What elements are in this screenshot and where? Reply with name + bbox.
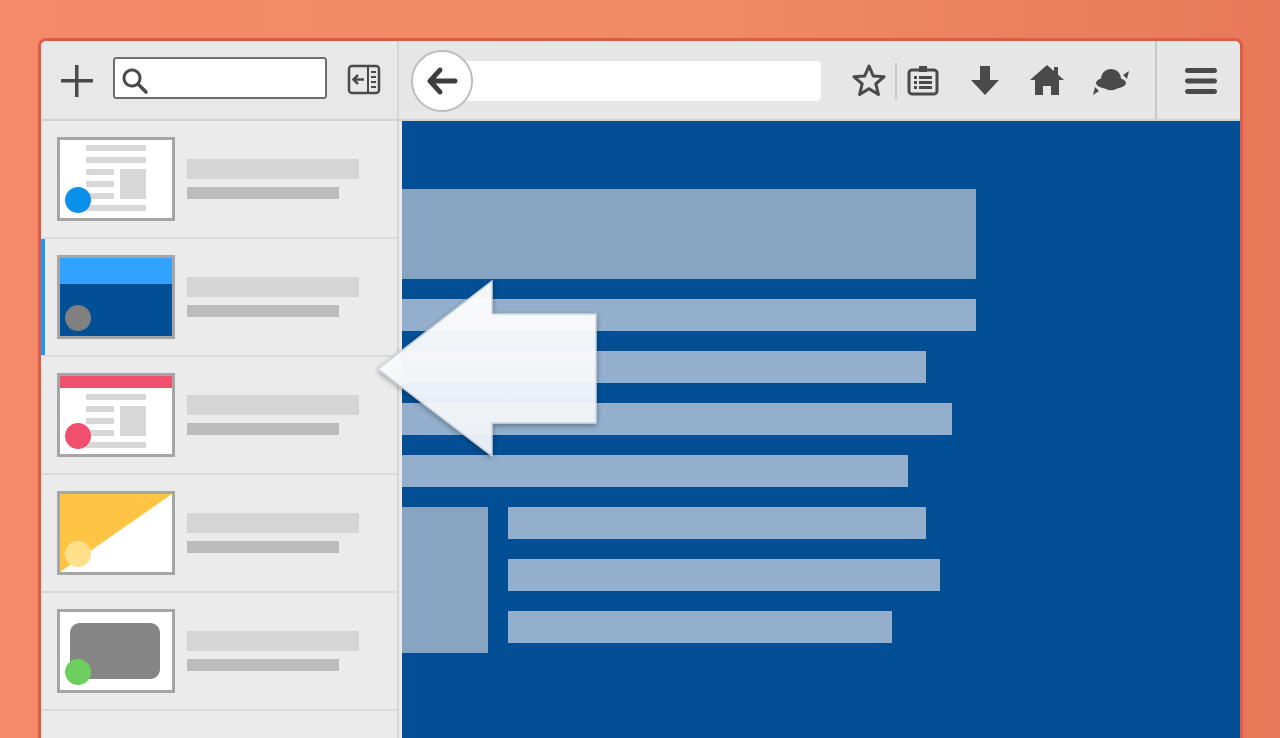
tab-item[interactable]	[41, 593, 397, 711]
sidebar-toolbar	[41, 41, 397, 121]
tab-title-placeholder	[187, 631, 359, 651]
back-button[interactable]	[411, 50, 473, 112]
browser-window	[38, 38, 1243, 738]
search-input[interactable]	[153, 63, 321, 93]
hamburger-menu-icon[interactable]	[1181, 61, 1221, 101]
tab-url-placeholder	[187, 541, 339, 553]
tab-title-placeholder	[187, 277, 359, 297]
navigation-toolbar	[399, 41, 1240, 121]
content-text-line	[402, 351, 926, 383]
content-text-line	[508, 507, 926, 539]
reading-list-icon[interactable]	[903, 61, 943, 101]
tab-item-selected[interactable]	[41, 239, 397, 357]
collapse-sidebar-icon[interactable]	[347, 63, 381, 97]
star-icon[interactable]	[849, 61, 889, 101]
content-text-line	[402, 403, 952, 435]
url-input[interactable]	[459, 61, 821, 101]
tab-title-placeholder	[187, 159, 359, 179]
tab-thumbnail	[57, 137, 175, 221]
tab-list	[41, 121, 397, 711]
tab-title-placeholder	[187, 513, 359, 533]
back-arrow-icon	[427, 67, 458, 95]
tab-item[interactable]	[41, 121, 397, 239]
home-icon[interactable]	[1027, 61, 1067, 101]
content-text-line	[402, 455, 908, 487]
content-text-line	[508, 611, 892, 643]
page-content	[402, 121, 1240, 738]
favicon	[65, 541, 91, 567]
content-text-line	[508, 559, 940, 591]
tab-thumbnail	[57, 609, 175, 693]
tab-url-placeholder	[187, 423, 339, 435]
search-box[interactable]	[113, 57, 327, 99]
tab-url-placeholder	[187, 187, 339, 199]
favicon	[65, 423, 91, 449]
tab-url-placeholder	[187, 659, 339, 671]
favicon	[65, 305, 91, 331]
tab-url-placeholder	[187, 305, 339, 317]
menu-area	[1155, 41, 1240, 119]
plus-icon[interactable]	[57, 61, 97, 101]
content-image-block	[402, 507, 488, 653]
sync-icon[interactable]	[1091, 61, 1131, 101]
download-icon[interactable]	[965, 61, 1005, 101]
tab-item[interactable]	[41, 357, 397, 475]
tab-item[interactable]	[41, 475, 397, 593]
toolbar-separator	[895, 63, 897, 99]
tab-thumbnail	[57, 373, 175, 457]
favicon	[65, 659, 91, 685]
favicon	[65, 187, 91, 213]
search-icon	[122, 68, 148, 94]
content-text-line	[402, 299, 976, 331]
tab-thumbnail	[57, 255, 175, 339]
content-heading-block	[402, 189, 976, 279]
tab-title-placeholder	[187, 395, 359, 415]
vertical-tabs-sidebar	[41, 41, 399, 738]
tab-thumbnail	[57, 491, 175, 575]
